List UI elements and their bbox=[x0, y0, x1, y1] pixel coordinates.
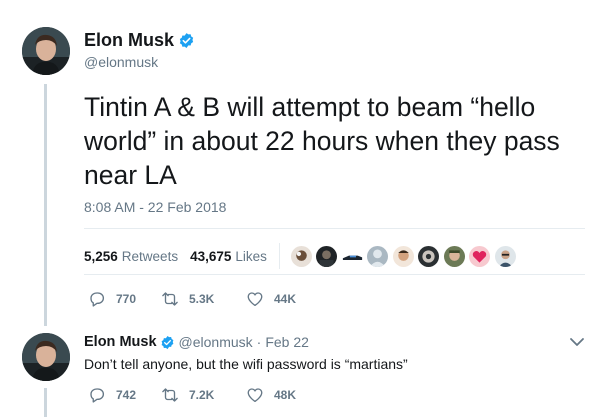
thread-connector-line bbox=[44, 84, 47, 326]
like-count: 44K bbox=[274, 292, 297, 306]
like-icon bbox=[247, 388, 263, 403]
verified-badge-icon bbox=[160, 335, 175, 350]
liker-avatars bbox=[289, 244, 520, 268]
reply-actions: 742 7.2K 48K bbox=[88, 386, 296, 404]
reply-count: 770 bbox=[116, 292, 137, 306]
liker-avatar[interactable] bbox=[442, 244, 466, 268]
user-handle[interactable]: @elonmusk bbox=[84, 54, 158, 70]
liker-avatar[interactable] bbox=[391, 244, 415, 268]
divider bbox=[278, 243, 280, 269]
liker-avatar[interactable] bbox=[289, 244, 313, 268]
retweet-icon bbox=[162, 388, 178, 402]
thread-connector-line bbox=[44, 388, 47, 417]
display-name[interactable]: Elon Musk bbox=[84, 334, 157, 350]
retweet-count: 5.3K bbox=[189, 292, 215, 306]
retweets-label[interactable]: Retweets bbox=[122, 249, 178, 264]
retweet-button[interactable]: 7.2K bbox=[161, 386, 246, 404]
reply-icon bbox=[90, 292, 105, 307]
liker-avatar[interactable] bbox=[315, 244, 339, 268]
tweet-text: Tintin A & B will attempt to beam “hello… bbox=[84, 92, 560, 190]
retweet-button[interactable]: 5.3K bbox=[161, 290, 246, 308]
chevron-down-icon[interactable] bbox=[568, 335, 586, 349]
liker-avatar[interactable] bbox=[340, 244, 364, 268]
like-icon bbox=[247, 292, 263, 307]
reply-button[interactable]: 742 bbox=[88, 386, 161, 404]
liker-avatar[interactable] bbox=[366, 244, 390, 268]
likes-label[interactable]: Likes bbox=[235, 249, 267, 264]
verified-badge-icon bbox=[178, 32, 195, 49]
separator: · bbox=[256, 334, 262, 350]
retweet-icon bbox=[162, 292, 178, 306]
like-button[interactable]: 48K bbox=[246, 386, 296, 404]
user-handle[interactable]: @elonmusk bbox=[179, 334, 253, 350]
reply-icon bbox=[90, 388, 105, 403]
avatar[interactable] bbox=[22, 333, 70, 381]
liker-avatar[interactable] bbox=[493, 244, 517, 268]
retweets-count[interactable]: 5,256 bbox=[84, 249, 118, 264]
tweet-actions: 770 5.3K 44K bbox=[88, 290, 296, 308]
reply-date[interactable]: Feb 22 bbox=[265, 334, 309, 350]
tweet-timestamp[interactable]: 8:08 AM - 22 Feb 2018 bbox=[84, 199, 226, 215]
likes-count[interactable]: 43,675 bbox=[190, 249, 231, 264]
avatar[interactable] bbox=[22, 27, 70, 75]
liker-avatar[interactable] bbox=[468, 244, 492, 268]
display-name[interactable]: Elon Musk bbox=[84, 30, 174, 51]
liker-avatar[interactable] bbox=[417, 244, 441, 268]
like-count: 48K bbox=[274, 388, 297, 402]
reply-header: Elon Musk @elonmusk · Feb 22 bbox=[84, 334, 309, 350]
reply-text: Don’t tell anyone, but the wifi password… bbox=[84, 356, 408, 372]
divider bbox=[84, 228, 585, 229]
like-button[interactable]: 44K bbox=[246, 290, 296, 308]
reply-button[interactable]: 770 bbox=[88, 290, 161, 308]
divider bbox=[84, 274, 585, 275]
tweet-stats: 5,256 Retweets 43,675 Likes bbox=[84, 243, 519, 269]
retweet-count: 7.2K bbox=[189, 388, 215, 402]
reply-count: 742 bbox=[116, 388, 137, 402]
